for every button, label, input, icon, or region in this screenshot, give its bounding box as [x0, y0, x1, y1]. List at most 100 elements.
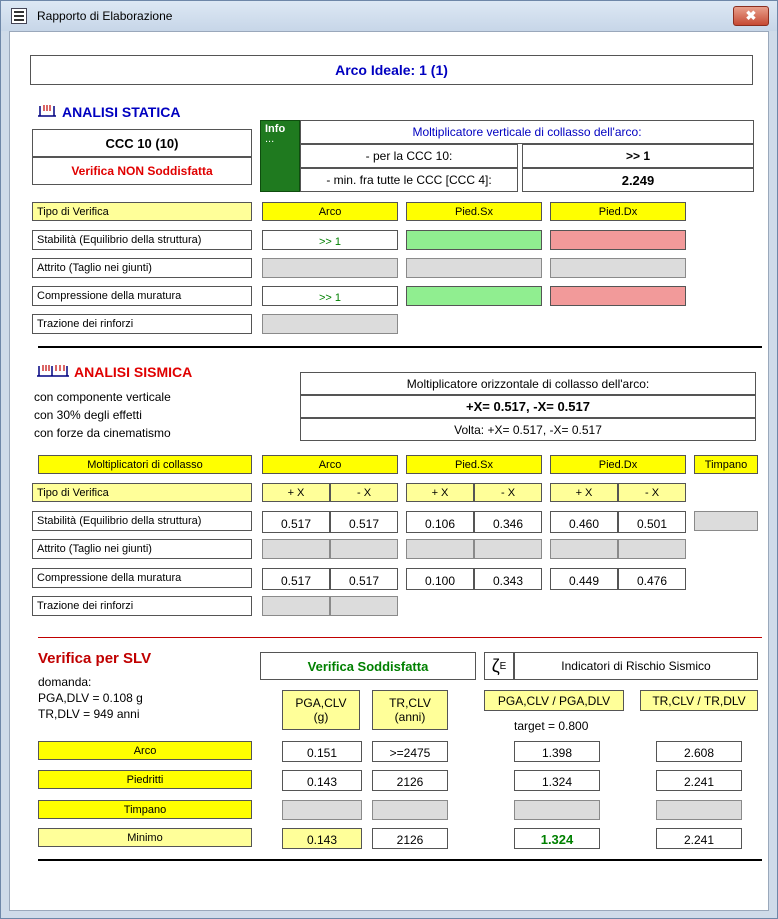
- tr-clv-header-line1: TR,CLV: [389, 696, 431, 710]
- static-stab-dx: [550, 230, 686, 250]
- bottom-divider: [38, 859, 762, 861]
- slv-title: Verifica per SLV: [38, 650, 152, 667]
- tens-arco-minus: [330, 596, 398, 616]
- tens-arco-plus: [262, 596, 330, 616]
- comp-sx-minus: 0.343: [474, 568, 542, 590]
- timpano-tr-clv: [372, 800, 448, 820]
- comp-dx-plus: 0.449: [550, 568, 618, 590]
- section-divider: [38, 346, 762, 348]
- comp-arco-minus: 0.517: [330, 568, 398, 590]
- static-row-friction: Attrito (Taglio nei giunti): [32, 258, 252, 278]
- info-button[interactable]: Info ...: [260, 120, 300, 192]
- static-title: ANALISI STATICA: [62, 104, 181, 120]
- seismic-timpano-header: Timpano: [694, 455, 758, 474]
- seismic-row-tension: Trazione dei rinforzi: [32, 596, 252, 616]
- piedritti-tr-ratio: 2.241: [656, 770, 742, 791]
- arco-pga-ratio: 1.398: [514, 741, 600, 762]
- slv-row-piedritti: Piedritti: [38, 770, 252, 789]
- volta-value: Volta: +X= 0.517, -X= 0.517: [300, 418, 756, 441]
- stab-arco-minus: 0.517: [330, 511, 398, 533]
- static-ccc: CCC 10 (10): [32, 129, 252, 157]
- static-stab-arco: >> 1: [262, 230, 398, 250]
- arch-title: Arco Ideale: 1 (1): [30, 55, 753, 85]
- seismic-desc-2: con 30% degli effetti: [34, 408, 142, 422]
- fric-arco-plus: [262, 539, 330, 559]
- slv-row-timpano: Timpano: [38, 800, 252, 819]
- static-row-tension: Trazione dei rinforzi: [32, 314, 252, 334]
- dx-plus-x: + X: [550, 483, 618, 502]
- sx-plus-x: + X: [406, 483, 474, 502]
- seismic-mult-header: Moltiplicatori di collasso: [38, 455, 252, 474]
- seismic-desc-1: con componente verticale: [34, 390, 171, 404]
- static-comp-arco: >> 1: [262, 286, 398, 306]
- report-window: Rapporto di Elaborazione ✖ Arco Ideale: …: [0, 0, 778, 919]
- stab-dx-plus: 0.460: [550, 511, 618, 533]
- dx-minus-x: - X: [618, 483, 686, 502]
- minimo-tr-ratio: 2.241: [656, 828, 742, 849]
- tr-ratio-header: TR,CLV / TR,DLV: [640, 690, 758, 711]
- stab-sx-minus: 0.346: [474, 511, 542, 533]
- target-value: target = 0.800: [514, 719, 589, 733]
- static-type-header: Tipo di Verifica: [32, 202, 252, 221]
- min-ccc-label: - min. fra tutte le CCC [CCC 4]:: [300, 168, 518, 192]
- seismic-row-stability: Stabilità (Equilibrio della struttura): [32, 511, 252, 531]
- seismic-desc-3: con forze da cinematismo: [34, 426, 171, 440]
- comp-dx-minus: 0.476: [618, 568, 686, 590]
- minimo-pga-ratio: 1.324: [514, 828, 600, 849]
- ccc-row-value: >> 1: [522, 144, 754, 168]
- window-grid-icon: [11, 8, 27, 24]
- seismic-sx-header: Pied.Sx: [406, 455, 542, 474]
- piedritti-pga-clv: 0.143: [282, 770, 362, 791]
- tr-clv-header: TR,CLV (anni): [372, 690, 448, 730]
- risk-indicators-title: Indicatori di Rischio Sismico: [514, 652, 758, 680]
- ccc-row-label: - per la CCC 10:: [300, 144, 518, 168]
- pga-clv-header-line2: (g): [313, 710, 329, 724]
- seismic-arco-header: Arco: [262, 455, 398, 474]
- static-status: Verifica NON Soddisfatta: [32, 157, 252, 185]
- fric-dx-plus: [550, 539, 618, 559]
- static-stab-sx: [406, 230, 542, 250]
- zeta-icon[interactable]: ζE: [484, 652, 514, 680]
- slv-domanda: domanda:: [38, 675, 92, 689]
- vertical-mult-title: Moltiplicatore verticale di collasso del…: [300, 120, 754, 144]
- static-fric-sx: [406, 258, 542, 278]
- static-comp-dx: [550, 286, 686, 306]
- zeta-subscript: E: [499, 660, 507, 672]
- stab-dx-minus: 0.501: [618, 511, 686, 533]
- horizontal-mult-title: Moltiplicatore orizzontale di collasso d…: [300, 372, 756, 395]
- arco-minus-x: - X: [330, 483, 398, 502]
- arco-tr-clv: >=2475: [372, 741, 448, 762]
- static-comp-sx: [406, 286, 542, 306]
- stab-sx-plus: 0.106: [406, 511, 474, 533]
- report-panel: Arco Ideale: 1 (1) ANALISI STATICA CCC 1…: [9, 31, 769, 911]
- static-sx-header: Pied.Sx: [406, 202, 542, 221]
- close-button[interactable]: ✖: [733, 6, 769, 26]
- info-dots: ...: [265, 133, 275, 145]
- window-title: Rapporto di Elaborazione: [37, 9, 173, 23]
- static-fric-arco: [262, 258, 398, 278]
- static-arco-header: Arco: [262, 202, 398, 221]
- section-divider-red: [38, 637, 762, 638]
- arco-pga-clv: 0.151: [282, 741, 362, 762]
- timpano-pga-ratio: [514, 800, 600, 820]
- double-arch-icon: [37, 365, 69, 377]
- stab-arco-plus: 0.517: [262, 511, 330, 533]
- fric-sx-plus: [406, 539, 474, 559]
- minimo-pga-clv: 0.143: [282, 828, 362, 849]
- comp-sx-plus: 0.100: [406, 568, 474, 590]
- seismic-title: ANALISI SISMICA: [74, 364, 193, 380]
- static-row-compression: Compressione della muratura: [32, 286, 252, 306]
- minimo-tr-clv: 2126: [372, 828, 448, 849]
- sx-minus-x: - X: [474, 483, 542, 502]
- slv-tr-dlv: TR,DLV = 949 anni: [38, 707, 140, 721]
- title-bar: Rapporto di Elaborazione ✖: [1, 1, 777, 31]
- fric-dx-minus: [618, 539, 686, 559]
- horizontal-mult-value: +X= 0.517, -X= 0.517: [300, 395, 756, 418]
- piedritti-tr-clv: 2126: [372, 770, 448, 791]
- timpano-pga-clv: [282, 800, 362, 820]
- static-fric-dx: [550, 258, 686, 278]
- slv-row-arco: Arco: [38, 741, 252, 760]
- static-row-stability: Stabilità (Equilibrio della struttura): [32, 230, 252, 250]
- min-ccc-value: 2.249: [522, 168, 754, 192]
- seismic-dx-header: Pied.Dx: [550, 455, 686, 474]
